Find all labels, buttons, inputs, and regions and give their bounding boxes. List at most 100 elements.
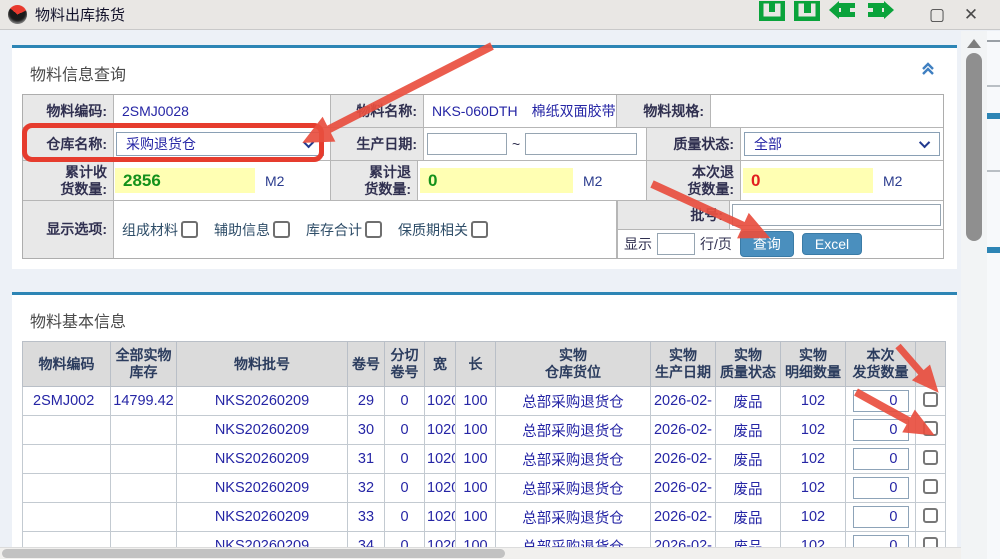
chevron-down-icon bbox=[919, 137, 930, 148]
ship-qty-input[interactable]: 0 bbox=[853, 477, 909, 499]
table-cell: 100 bbox=[456, 474, 496, 503]
table-cell: 100 bbox=[456, 387, 496, 416]
table-cell: 总部采购退货仓 bbox=[496, 474, 651, 503]
ship-qty-input[interactable]: 0 bbox=[853, 506, 909, 528]
batch-label: 批号: bbox=[618, 201, 730, 229]
maximize-button[interactable]: ▢ bbox=[920, 0, 954, 30]
green-pixel-icon-4[interactable] bbox=[866, 1, 894, 21]
option-shelf-life: 保质期相关 bbox=[398, 220, 488, 240]
current-return-label: 本次退 货数量: bbox=[647, 161, 741, 200]
table-cell bbox=[111, 503, 177, 532]
table-cell bbox=[111, 416, 177, 445]
row-checkbox[interactable] bbox=[923, 450, 938, 465]
table-cell: 2026-02- bbox=[651, 416, 716, 445]
detail-panel-title: 物料基本信息 bbox=[30, 308, 126, 332]
table-cell: 100 bbox=[456, 503, 496, 532]
column-header: 全部实物 库存 bbox=[111, 342, 177, 387]
table-cell: 废品 bbox=[716, 445, 781, 474]
row-checkbox[interactable] bbox=[923, 392, 938, 407]
table-cell: 33 bbox=[348, 503, 385, 532]
table-cell: 102 bbox=[781, 474, 846, 503]
table-cell bbox=[23, 474, 111, 503]
rows-per-page-input[interactable] bbox=[657, 233, 695, 255]
table-header-row: 物料编码全部实物 库存物料批号卷号分切 卷号宽长实物 仓库货位实物 生产日期实物… bbox=[23, 342, 946, 387]
table-cell: NKS20260209 bbox=[177, 445, 348, 474]
close-button[interactable]: ✕ bbox=[954, 0, 988, 30]
horizontal-scrollbar-thumb[interactable] bbox=[2, 549, 505, 558]
green-pixel-icon-2[interactable] bbox=[794, 1, 820, 21]
option-label: 组成材料 bbox=[122, 220, 178, 240]
row-checkbox[interactable] bbox=[923, 508, 938, 523]
titlebar: 物料出库拣货 ▢ ✕ bbox=[0, 0, 1000, 30]
vertical-scrollbar-thumb[interactable] bbox=[966, 53, 982, 241]
query-panel-title: 物料信息查询 bbox=[30, 61, 126, 85]
batch-input[interactable] bbox=[732, 204, 941, 226]
column-header bbox=[916, 342, 946, 387]
material-detail-panel: 物料基本信息 物料编码全部实物 库存物料批号卷号分切 卷号宽长实物 仓库货位实物… bbox=[12, 292, 957, 559]
scroll-up-arrow-icon[interactable] bbox=[967, 39, 981, 48]
material-detail-table: 物料编码全部实物 库存物料批号卷号分切 卷号宽长实物 仓库货位实物 生产日期实物… bbox=[22, 341, 946, 559]
option-label: 库存合计 bbox=[306, 220, 362, 240]
material-query-panel: 物料信息查询 物料编码: 2SMJ0028 物料名称: NKS-060DTH 棉… bbox=[12, 45, 957, 269]
ship-qty-input[interactable]: 0 bbox=[853, 419, 909, 441]
table-cell: 30 bbox=[348, 416, 385, 445]
prod-date-to-input[interactable] bbox=[525, 133, 637, 155]
table-cell: 总部采购退货仓 bbox=[496, 387, 651, 416]
column-header: 实物 仓库货位 bbox=[496, 342, 651, 387]
ship-qty-input[interactable]: 0 bbox=[853, 390, 909, 412]
total-received-value: 2856 bbox=[115, 168, 255, 193]
table-cell: NKS20260209 bbox=[177, 387, 348, 416]
material-code-label: 物料编码: bbox=[23, 95, 114, 127]
table-cell bbox=[23, 445, 111, 474]
prod-date-from-input[interactable] bbox=[427, 133, 507, 155]
material-name-value[interactable]: NKS-060DTH 棉纸双面胶带 自带E bbox=[424, 95, 617, 127]
table-cell: 102 bbox=[781, 445, 846, 474]
table-row: NKS202602093301020100总部采购退货仓2026-02-废品10… bbox=[23, 503, 946, 532]
column-header: 实物 生产日期 bbox=[651, 342, 716, 387]
prod-date-label: 生产日期: bbox=[331, 128, 424, 160]
warehouse-select[interactable]: 采购退货仓 bbox=[116, 132, 324, 156]
material-code-value[interactable]: 2SMJ0028 bbox=[114, 95, 331, 127]
row-checkbox[interactable] bbox=[923, 479, 938, 494]
warehouse-selected-value: 采购退货仓 bbox=[126, 134, 196, 154]
option-stock-total: 库存合计 bbox=[306, 220, 382, 240]
aux-info-checkbox[interactable] bbox=[273, 221, 290, 238]
table-cell: NKS20260209 bbox=[177, 503, 348, 532]
table-cell: 总部采购退货仓 bbox=[496, 503, 651, 532]
ship-qty-input[interactable]: 0 bbox=[853, 448, 909, 470]
query-button[interactable]: 查询 bbox=[740, 231, 794, 257]
total-returned-unit: M2 bbox=[583, 173, 602, 189]
collapse-panel-icon[interactable] bbox=[921, 62, 935, 76]
table-cell: 1020 bbox=[425, 416, 456, 445]
compose-material-checkbox[interactable] bbox=[181, 221, 198, 238]
column-header: 长 bbox=[456, 342, 496, 387]
table-cell: 废品 bbox=[716, 503, 781, 532]
table-cell: NKS20260209 bbox=[177, 474, 348, 503]
green-pixel-icon-1[interactable] bbox=[759, 1, 785, 21]
total-received-label: 累计收 货数量: bbox=[23, 161, 114, 200]
quality-select[interactable]: 全部 bbox=[744, 132, 940, 156]
quality-label: 质量状态: bbox=[647, 128, 741, 160]
column-header: 卷号 bbox=[348, 342, 385, 387]
table-cell bbox=[111, 445, 177, 474]
vertical-scrollbar[interactable] bbox=[961, 31, 987, 559]
green-pixel-icon-3[interactable] bbox=[829, 1, 857, 21]
query-form: 物料编码: 2SMJ0028 物料名称: NKS-060DTH 棉纸双面胶带 自… bbox=[22, 94, 944, 259]
row-checkbox[interactable] bbox=[923, 421, 938, 436]
table-cell: 29 bbox=[348, 387, 385, 416]
excel-button[interactable]: Excel bbox=[802, 233, 862, 255]
option-aux-info: 辅助信息 bbox=[214, 220, 290, 240]
table-cell: 102 bbox=[781, 416, 846, 445]
table-cell: NKS20260209 bbox=[177, 416, 348, 445]
stock-total-checkbox[interactable] bbox=[365, 221, 382, 238]
date-range-tilde: ~ bbox=[512, 136, 520, 152]
table-cell: 2026-02- bbox=[651, 503, 716, 532]
chevron-down-icon bbox=[303, 137, 314, 148]
material-spec-label: 物料规格: bbox=[617, 95, 711, 127]
table-cell: 0 bbox=[385, 387, 425, 416]
material-spec-value[interactable] bbox=[711, 95, 943, 127]
horizontal-scrollbar[interactable] bbox=[0, 547, 961, 559]
table-cell: 1020 bbox=[425, 387, 456, 416]
shelf-life-checkbox[interactable] bbox=[471, 221, 488, 238]
warehouse-label: 仓库名称: bbox=[23, 128, 114, 160]
